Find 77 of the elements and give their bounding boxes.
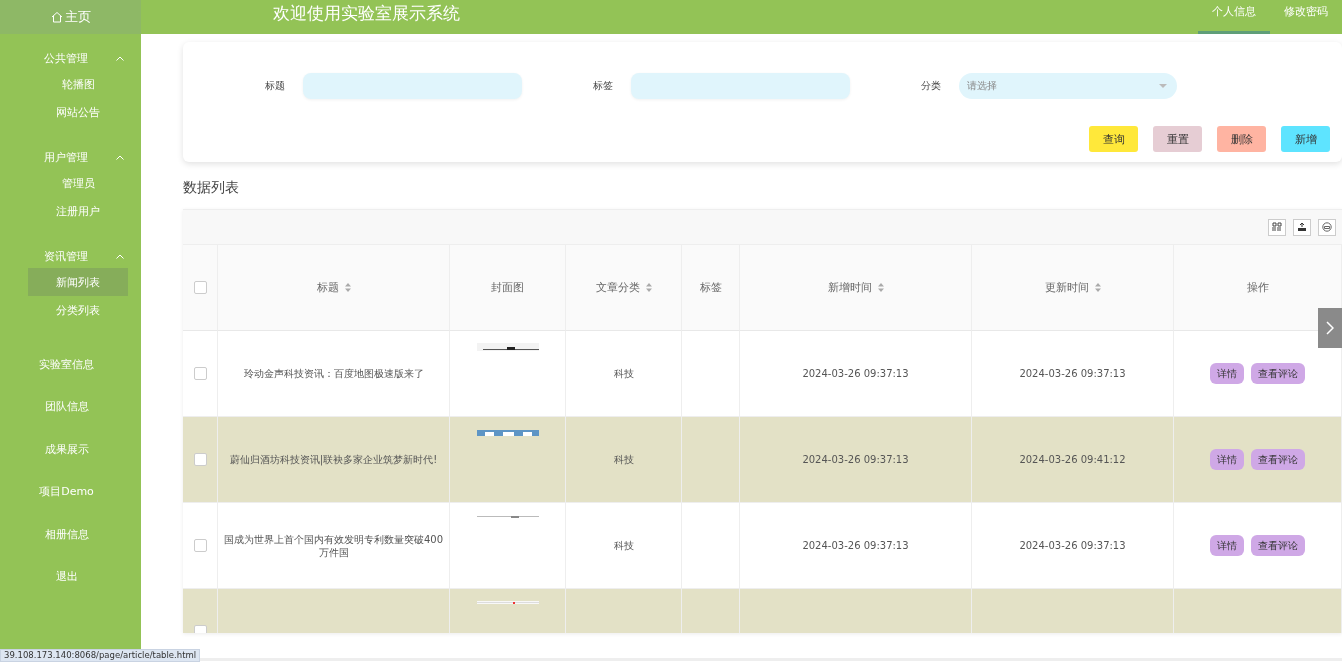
select-all-checkbox[interactable] — [193, 281, 207, 294]
action-button[interactable]: 删除 — [1217, 126, 1266, 152]
section-title: 数据列表 — [183, 179, 240, 197]
row-action-button[interactable]: 查看评论 — [1251, 535, 1305, 556]
nav-tab[interactable]: 个人信息 — [1198, 0, 1270, 34]
field-label: 标题 — [264, 79, 285, 93]
menu-item[interactable]: 新闻列表 — [28, 268, 128, 296]
menu-group[interactable]: 用户管理 — [0, 145, 141, 169]
input-field[interactable] — [631, 73, 850, 99]
field-label: 标签 — [592, 79, 613, 93]
column-header: 操作 — [1246, 280, 1269, 295]
sort-icon[interactable] — [1094, 283, 1101, 292]
chevron-right-icon — [1326, 321, 1334, 335]
table-cell: 2024-03-26 09:37:13 — [972, 503, 1174, 589]
sort-icon[interactable] — [344, 283, 351, 292]
table-cell: 2024-03-26 09:41:12 — [972, 417, 1174, 503]
row-action-button[interactable]: 查看评论 — [1251, 449, 1305, 470]
table-cell: 科技 — [566, 331, 682, 417]
table-cell: 2024-03-26 09:37:13 — [740, 331, 972, 417]
table-cell: 科技 — [566, 503, 682, 589]
row-checkbox[interactable] — [193, 453, 207, 466]
menu-item[interactable]: 相册信息 — [0, 513, 141, 556]
row-checkbox[interactable] — [193, 539, 207, 552]
menu-item[interactable]: 成果展示 — [0, 428, 141, 471]
menu-item[interactable]: 分类列表 — [28, 296, 128, 324]
export-icon — [1297, 222, 1307, 232]
menu-item[interactable]: 网站公告 — [28, 98, 128, 126]
menu-item[interactable]: 退出 — [0, 555, 141, 598]
table-cell: 科技 — [566, 417, 682, 503]
column-header: 标签 — [699, 280, 722, 295]
column-header: 文章分类 — [595, 280, 640, 295]
column-header: 封面图 — [491, 280, 524, 295]
caret-up-icon — [116, 55, 124, 61]
menu-item[interactable]: 注册用户 — [28, 197, 128, 225]
scroll-right-button[interactable] — [1318, 308, 1342, 348]
nav-tab[interactable]: 修改密码 — [1270, 0, 1342, 34]
export-button[interactable] — [1293, 218, 1311, 236]
action-button[interactable]: 重置 — [1153, 126, 1202, 152]
table-cell: 2024-03-26 09:37:13 — [740, 503, 972, 589]
action-button[interactable]: 查询 — [1089, 126, 1138, 152]
menu-item[interactable]: 团队信息 — [0, 385, 141, 428]
status-url: 39.108.173.140:8068/page/article/table.html — [0, 649, 201, 662]
table-cell: 国成为世界上首个国内有效发明专利数量突破400万件国 — [218, 503, 450, 589]
print-icon — [1322, 222, 1332, 232]
row-action-button[interactable]: 详情 — [1210, 449, 1244, 470]
row-action-button[interactable]: 详情 — [1210, 363, 1244, 384]
caret-up-icon — [116, 253, 124, 259]
table-cell: 2024-03-26 09:37:13 — [972, 331, 1174, 417]
table-cell: 2024-03-26 09:37:13 — [740, 417, 972, 503]
sort-icon[interactable] — [645, 283, 652, 292]
caret-up-icon — [116, 154, 124, 160]
home-link[interactable]: 主页 — [0, 0, 141, 34]
print-button[interactable] — [1318, 218, 1336, 236]
menu-group[interactable]: 资讯管理 — [0, 244, 141, 268]
dropdown-icon — [1159, 84, 1167, 88]
input-field[interactable] — [303, 73, 522, 99]
row-action-button[interactable]: 详情 — [1210, 535, 1244, 556]
row-action-button[interactable]: 查看评论 — [1251, 363, 1305, 384]
column-header: 标题 — [316, 280, 339, 295]
app-title: 欢迎使用实验室展示系统 — [273, 2, 460, 25]
row-checkbox[interactable] — [193, 367, 207, 380]
home-icon — [50, 11, 63, 23]
table-cell: 玲动金声科技资讯：百度地图极速版来了 — [218, 331, 450, 417]
sort-icon[interactable] — [877, 283, 884, 292]
column-header: 更新时间 — [1044, 280, 1089, 295]
columns-button[interactable] — [1268, 218, 1286, 236]
column-header: 新增时间 — [827, 280, 872, 295]
menu-group[interactable]: 公共管理 — [0, 46, 141, 70]
field-label: 分类 — [920, 79, 941, 93]
menu-item[interactable]: 轮播图 — [28, 70, 128, 98]
action-button[interactable]: 新增 — [1281, 126, 1330, 152]
table-cell: 蔚仙归酒坊科技资讯|联袂多家企业筑梦新时代! — [218, 417, 450, 503]
menu-item[interactable]: 项目Demo — [0, 470, 141, 513]
columns-icon — [1272, 222, 1282, 232]
select-field[interactable]: 请选择 — [959, 73, 1177, 99]
menu-item[interactable]: 管理员 — [28, 169, 128, 197]
menu-item[interactable]: 实验室信息 — [0, 343, 141, 386]
